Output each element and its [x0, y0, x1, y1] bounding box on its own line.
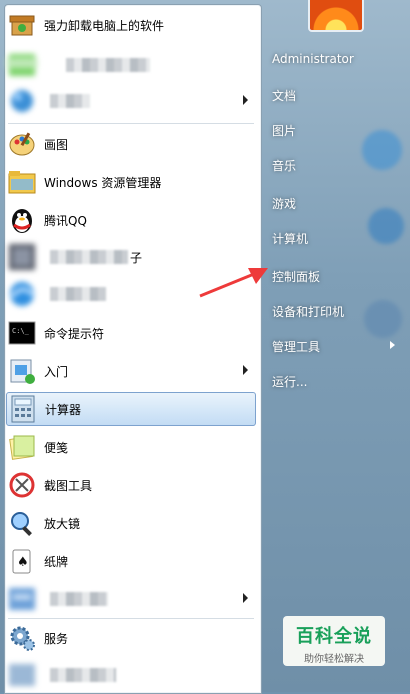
program-item-blurred-submenu[interactable]: [6, 84, 256, 118]
submenu-arrow-icon: [243, 593, 248, 603]
folder-explorer-icon: [6, 166, 38, 198]
documents-link[interactable]: 文档: [272, 87, 296, 104]
program-item-services[interactable]: 服务: [6, 621, 256, 655]
music-link[interactable]: 音乐: [272, 157, 296, 174]
qq-penguin-icon: [6, 204, 38, 236]
blurred-label: [50, 668, 116, 682]
program-label: 子: [130, 250, 143, 265]
games-link[interactable]: 游戏: [272, 195, 296, 212]
watermark-title: 百科全说: [296, 626, 372, 647]
services-gear-icon: [6, 622, 38, 654]
program-item-uninstaller[interactable]: 强力卸载电脑上的软件: [6, 8, 256, 42]
program-item-magnifier[interactable]: 放大镜: [6, 506, 256, 540]
solitaire-cards-icon: ♠: [6, 545, 38, 577]
blurred-app-icon: [6, 278, 38, 310]
program-label: 服务: [44, 631, 69, 646]
background-globe-icon: [368, 208, 404, 244]
program-label: 放大镜: [44, 516, 81, 531]
program-label: 入门: [44, 364, 69, 379]
annotation-arrow-icon: [199, 268, 268, 298]
background-shape-icon: [364, 300, 402, 338]
admin-tools-link[interactable]: 管理工具: [272, 338, 320, 355]
program-item-calculator[interactable]: 计算器: [6, 392, 256, 426]
program-label: 强力卸载电脑上的软件: [44, 18, 165, 33]
run-link[interactable]: 运行...: [272, 373, 307, 390]
program-label: 便笺: [44, 440, 69, 455]
program-label: 截图工具: [44, 478, 93, 493]
sticky-notes-icon: [6, 431, 38, 463]
snipping-tool-icon: [6, 469, 38, 501]
program-item-getting-started[interactable]: 入门: [6, 354, 256, 388]
submenu-arrow-icon: [390, 341, 395, 349]
calculator-icon: [7, 393, 39, 425]
cmd-terminal-icon: C:\_: [6, 317, 38, 349]
program-label: 腾讯QQ: [44, 213, 87, 228]
separator: [8, 123, 254, 124]
getting-started-icon: [6, 355, 38, 387]
program-item-blurred-5[interactable]: [6, 658, 256, 692]
computer-link[interactable]: 计算机: [272, 230, 308, 247]
svg-text:♠: ♠: [17, 555, 29, 570]
blurred-app-icon: [6, 659, 38, 691]
pictures-link[interactable]: 图片: [272, 122, 296, 139]
program-label: 命令提示符: [44, 326, 105, 341]
user-avatar[interactable]: [308, 0, 364, 32]
blurred-label: [50, 287, 106, 301]
blurred-app-icon: [6, 49, 38, 81]
watermark-subtitle: 助你轻松解决: [304, 654, 364, 665]
blurred-app-icon: [6, 241, 38, 273]
program-item-blurred[interactable]: [6, 48, 256, 82]
program-item-explorer[interactable]: Windows 资源管理器: [6, 165, 256, 199]
program-item-paint[interactable]: 画图: [6, 127, 256, 161]
magnifier-icon: [6, 507, 38, 539]
submenu-arrow-icon: [243, 95, 248, 105]
paint-palette-icon: [6, 128, 38, 160]
user-name-link[interactable]: Administrator: [272, 52, 354, 66]
program-label: 纸牌: [44, 554, 69, 569]
control-panel-link[interactable]: 控制面板: [272, 268, 320, 285]
blurred-label: [50, 592, 108, 606]
blurred-label: [50, 250, 128, 264]
blurred-label: [66, 58, 150, 72]
program-item-sticky-notes[interactable]: 便笺: [6, 430, 256, 464]
program-label: 画图: [44, 137, 69, 152]
program-item-solitaire[interactable]: ♠ 纸牌: [6, 544, 256, 578]
submenu-arrow-icon: [243, 365, 248, 375]
program-item-cmd[interactable]: C:\_ 命令提示符: [6, 316, 256, 350]
background-globe-icon: [362, 130, 402, 170]
svg-text:C:\_: C:\_: [12, 327, 30, 335]
blurred-label: [50, 94, 90, 108]
program-label: Windows 资源管理器: [44, 175, 162, 190]
program-item-qq[interactable]: 腾讯QQ: [6, 203, 256, 237]
uninstall-box-icon: [6, 9, 38, 41]
blurred-app-icon: [6, 583, 38, 615]
program-item-snipping-tool[interactable]: 截图工具: [6, 468, 256, 502]
program-label: 计算器: [45, 402, 82, 417]
watermark-logo: 百科全说 助你轻松解决: [283, 616, 385, 666]
blurred-app-icon: [6, 85, 38, 117]
devices-printers-link[interactable]: 设备和打印机: [272, 303, 344, 320]
program-item-blurred-4[interactable]: [6, 582, 256, 616]
separator: [8, 618, 254, 619]
